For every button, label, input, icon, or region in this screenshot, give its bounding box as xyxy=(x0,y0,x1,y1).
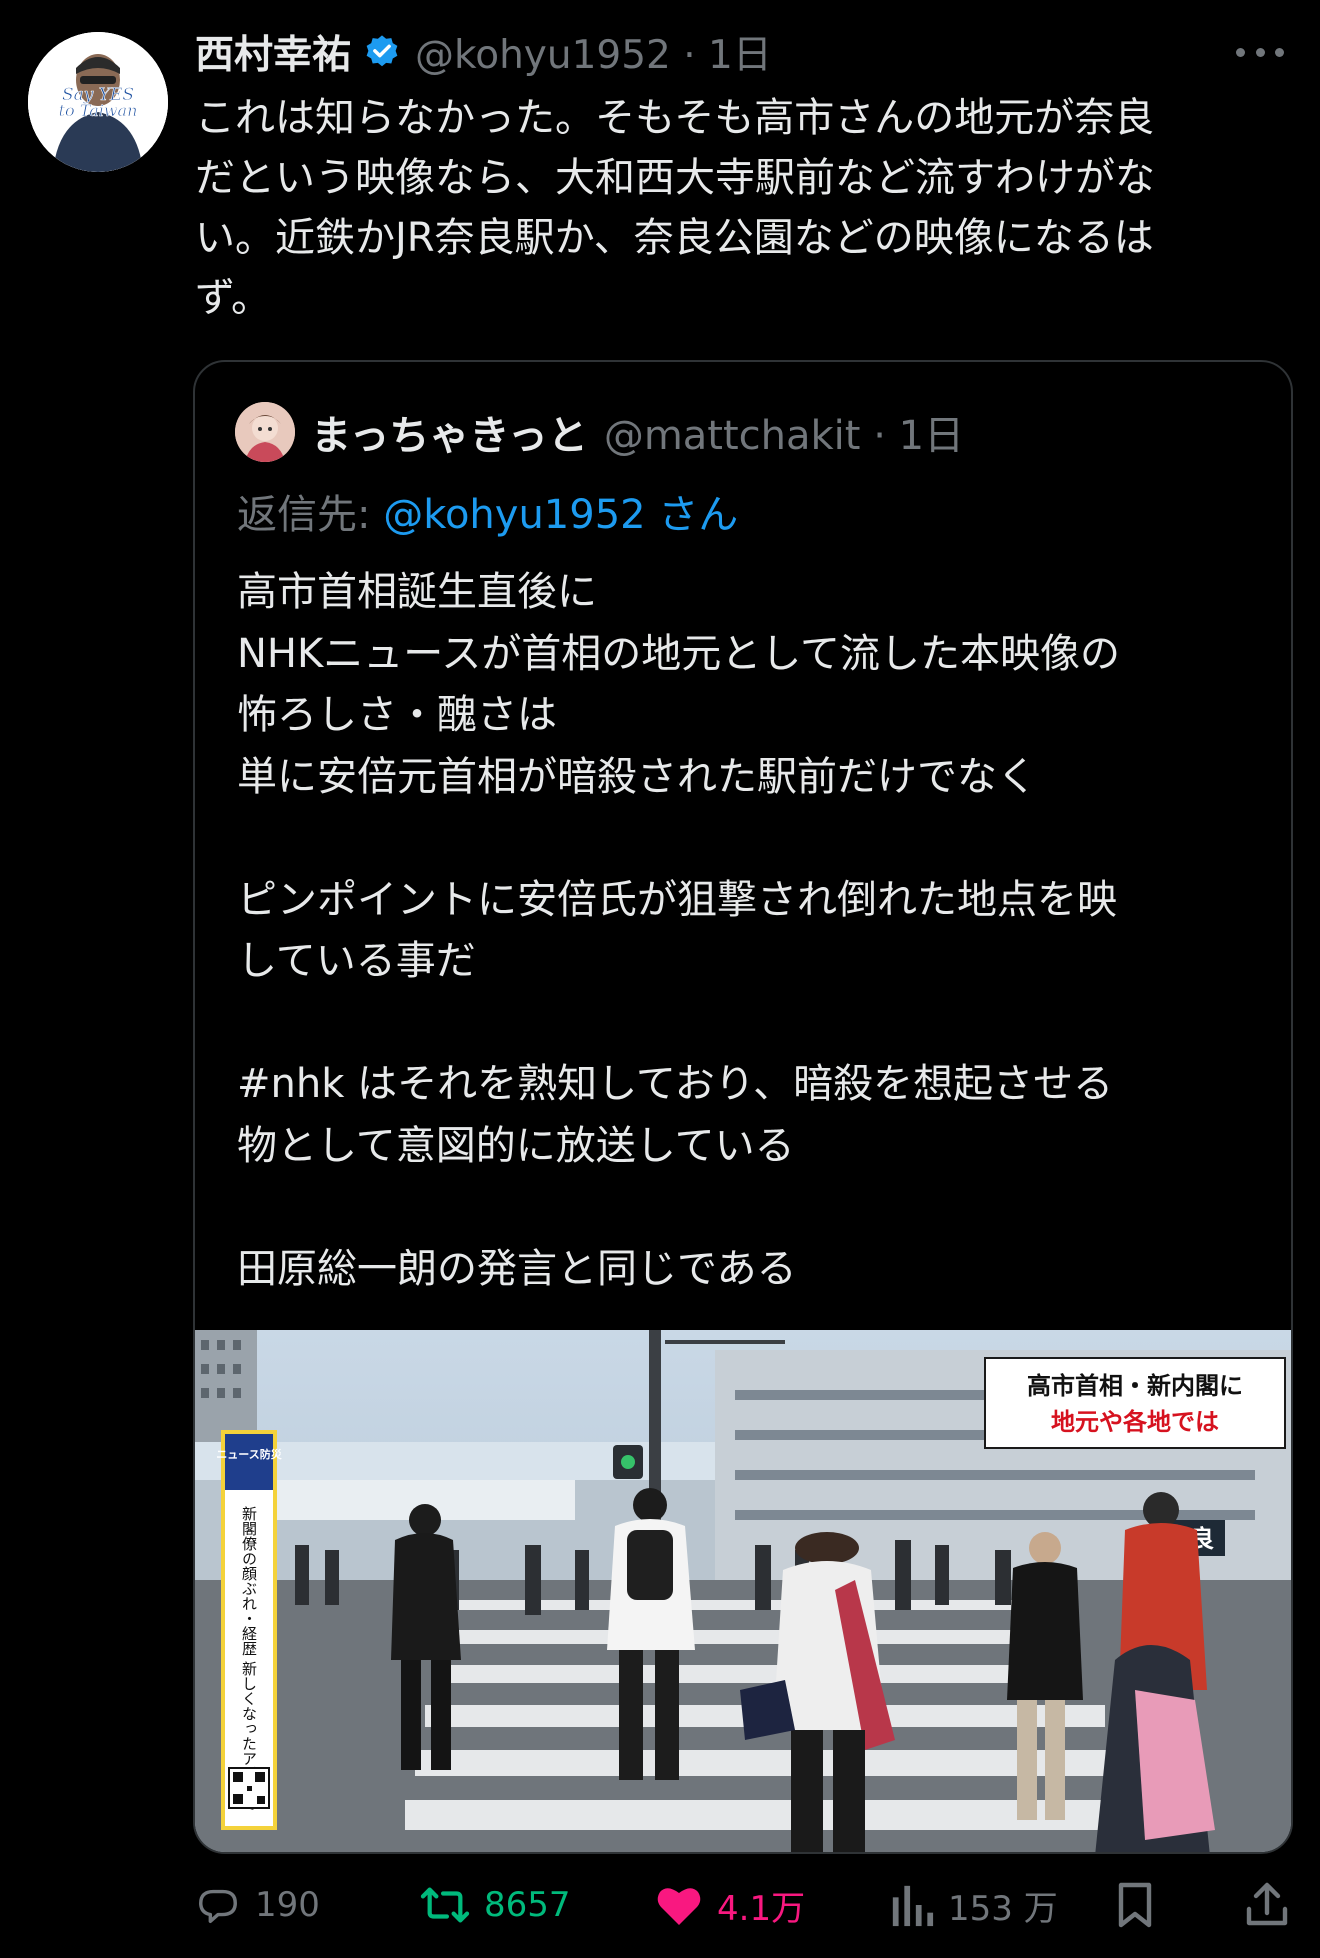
quoted-media-video[interactable]: 奈良 xyxy=(195,1330,1291,1852)
quoted-text-line: 単に安倍元首相が暗殺された駅前だけでなく xyxy=(237,753,1037,800)
quoted-text-line xyxy=(237,808,1267,870)
quoted-text-line: ピンポイントに安倍氏が狙撃され倒れた地点を映 xyxy=(237,876,1117,923)
quoted-author-handle-time[interactable]: @mattchakit · 1日 xyxy=(604,403,964,461)
quoted-text-line: している事だ xyxy=(237,938,476,984)
post-text-line: い。近鉄かJR奈良駅か、奈良公園などの映像になるは xyxy=(195,215,1154,261)
reply-button[interactable]: 190 xyxy=(195,1870,320,1940)
author-avatar[interactable]: Say YES to Taiwan xyxy=(28,32,168,172)
news-caption-line1: 高市首相・新内閣に xyxy=(1027,1372,1243,1400)
quoted-author-avatar[interactable] xyxy=(235,402,295,462)
reply-to-label: 返信先: xyxy=(237,492,384,538)
more-options-icon[interactable] xyxy=(1236,38,1284,66)
verified-badge-icon xyxy=(363,33,401,71)
quoted-text-line: 田原総一朗の発言と同じである xyxy=(237,1245,797,1292)
avatar-slogan-line2: to Taiwan xyxy=(59,101,138,120)
share-button[interactable] xyxy=(1245,1870,1303,1940)
heart-icon xyxy=(657,1888,701,1925)
share-icon xyxy=(1246,1882,1288,1926)
author-handle-time[interactable]: @kohyu1952 · 1日 xyxy=(415,24,772,80)
side-banner-title: ニュース防災 xyxy=(216,1447,282,1461)
views-button[interactable]: 153 万 xyxy=(890,1870,1058,1940)
quoted-text-line: NHKニュースが首相の地元として流した本映像の xyxy=(237,630,1121,677)
reply-count: 190 xyxy=(255,1885,320,1925)
author-name[interactable]: 西村幸祐 xyxy=(195,24,351,80)
post-text-line: だという映像なら、大和西大寺駅前など流すわけがな xyxy=(195,155,1155,201)
quoted-post-text: 高市首相誕生直後に NHKニュースが首相の地元として流した本映像の 怖ろしさ・醜… xyxy=(237,562,1267,1300)
post-text-line: これは知らなかった。そもそも高市さんの地元が奈良 xyxy=(195,95,1155,141)
quoted-post[interactable]: まっちゃきっと @mattchakit · 1日 返信先: @kohyu1952… xyxy=(193,360,1293,1854)
bookmark-icon xyxy=(1118,1882,1152,1928)
action-bar: 190 8657 4.1万 153 万 xyxy=(195,1870,1295,1940)
news-caption-line2: 地元や各地では xyxy=(1051,1408,1219,1436)
quoted-header: まっちゃきっと @mattchakit · 1日 xyxy=(311,400,964,464)
quoted-author-name[interactable]: まっちゃきっと xyxy=(311,403,588,461)
repost-icon xyxy=(420,1887,470,1923)
quoted-text-line: #nhk はそれを熟知しており、暗殺を想起させる xyxy=(237,1061,1114,1107)
quoted-text-line xyxy=(237,993,1267,1055)
like-count: 4.1万 xyxy=(717,1888,806,1929)
view-count: 153 万 xyxy=(948,1888,1058,1929)
reply-to-link[interactable]: @kohyu1952 さん xyxy=(383,492,738,538)
repost-button[interactable]: 8657 xyxy=(420,1870,571,1940)
like-button[interactable]: 4.1万 xyxy=(655,1870,805,1940)
bookmark-button[interactable] xyxy=(1115,1870,1169,1940)
views-chart-icon xyxy=(892,1885,934,1927)
repost-count: 8657 xyxy=(484,1885,571,1925)
quoted-text-line xyxy=(237,1177,1267,1239)
quoted-text-line: 怖ろしさ・醜さは xyxy=(237,692,557,738)
reply-icon xyxy=(199,1889,237,1924)
post-text-line: ず。 xyxy=(195,275,271,321)
post-text: これは知らなかった。そもそも高市さんの地元が奈良 だという映像なら、大和西大寺駅… xyxy=(195,88,1295,328)
post-header: 西村幸祐 @kohyu1952 · 1日 xyxy=(195,24,772,80)
quoted-text-line: 物として意図的に放送している xyxy=(237,1122,795,1169)
side-banner-text: 新閣僚の顔ぶれ・経歴 新しくなったアプリで xyxy=(240,1506,258,1811)
reply-to-line: 返信先: @kohyu1952 さん xyxy=(237,482,738,540)
quoted-text-line: 高市首相誕生直後に xyxy=(237,569,597,615)
